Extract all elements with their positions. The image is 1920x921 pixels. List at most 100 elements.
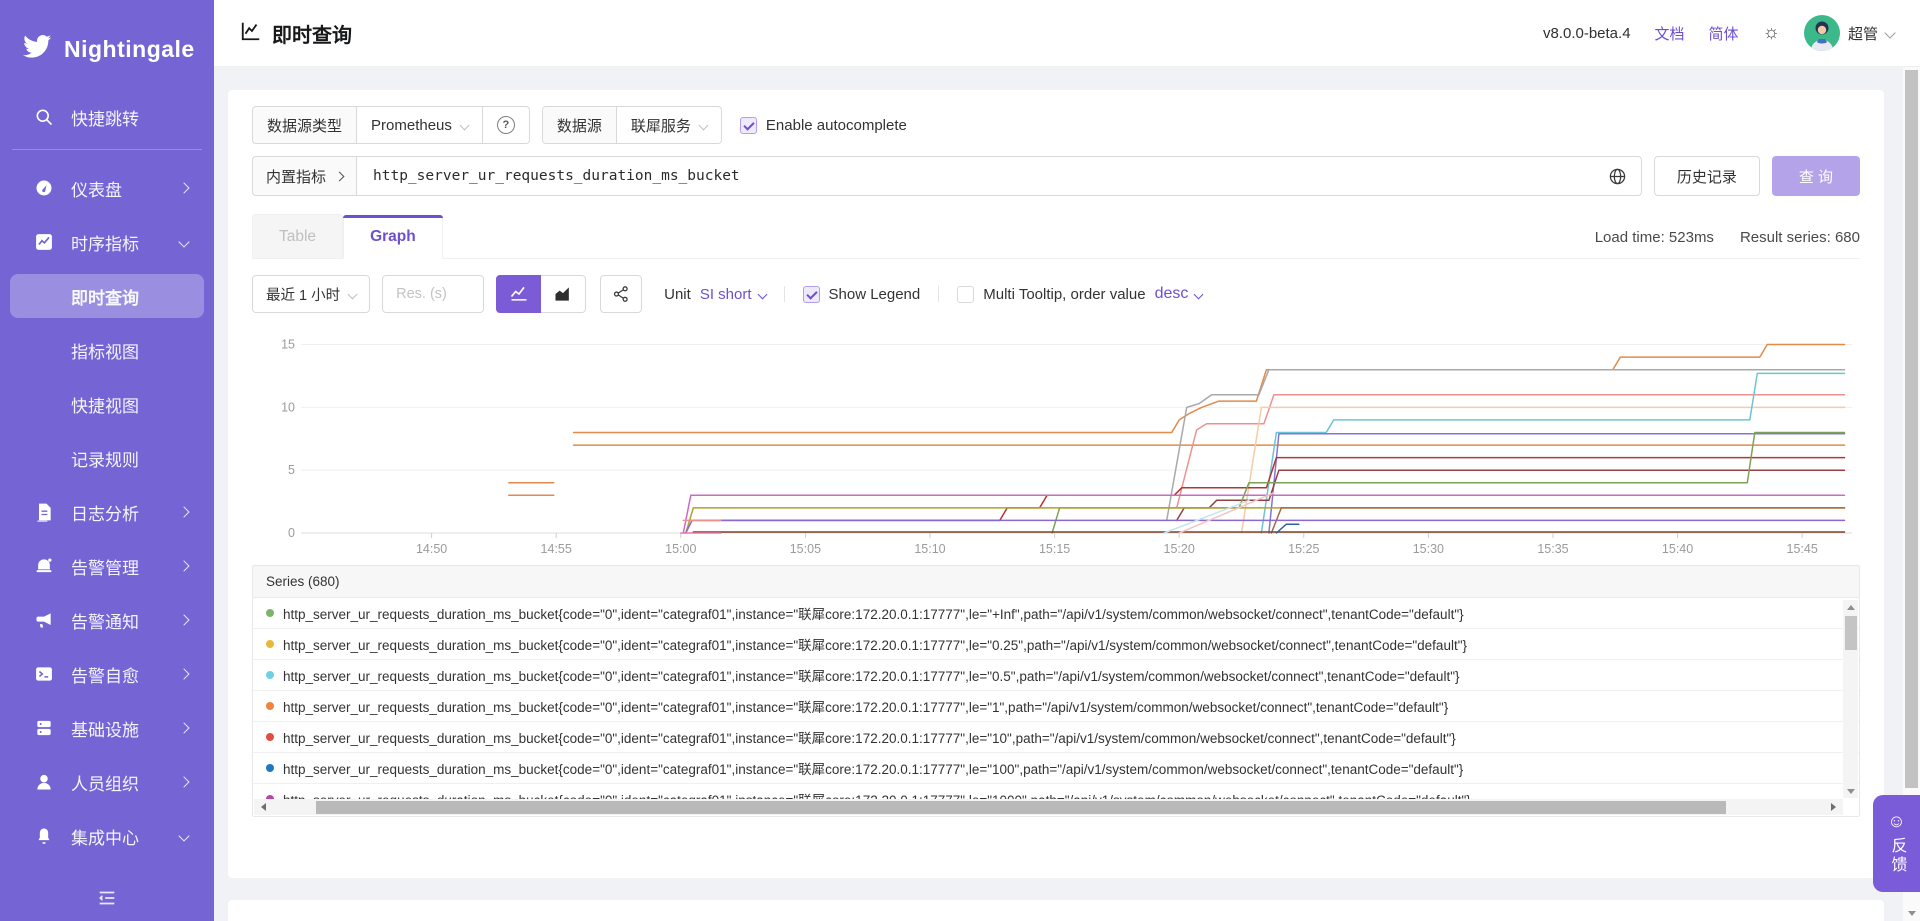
svg-text:15: 15 — [281, 338, 295, 352]
series-row[interactable]: http_server_ur_requests_duration_ms_buck… — [253, 660, 1859, 691]
feedback-label: 反馈 — [1885, 837, 1909, 875]
series-list: Series (680) http_server_ur_requests_dur… — [252, 565, 1860, 817]
order-select[interactable]: desc — [1155, 285, 1203, 303]
svg-text:15:10: 15:10 — [914, 542, 945, 556]
sidebar-item-仪表盘[interactable]: 仪表盘 — [0, 166, 214, 210]
svg-text:0: 0 — [288, 526, 295, 540]
theme-toggle-icon[interactable]: ☼ — [1763, 22, 1780, 44]
chevron-down-icon — [178, 830, 189, 841]
time-range-select[interactable]: 最近 1 小时 — [252, 275, 370, 313]
svg-text:15:25: 15:25 — [1288, 542, 1319, 556]
scroll-down-icon[interactable] — [1843, 784, 1858, 798]
builtin-metrics-button[interactable]: 内置指标 — [253, 157, 357, 195]
chevron-right-icon — [178, 668, 189, 679]
datasource-label: 数据源 — [543, 107, 617, 143]
multi-tooltip-label: Multi Tooltip, order value — [983, 286, 1145, 303]
series-vertical-scrollbar[interactable] — [1843, 600, 1858, 798]
sidebar-item-日志分析[interactable]: 日志分析 — [0, 490, 214, 534]
brand-logo[interactable]: Nightingale — [0, 0, 214, 95]
scroll-right-icon[interactable] — [1828, 799, 1843, 815]
sidebar-item-告警自愈[interactable]: 告警自愈 — [0, 652, 214, 696]
svg-text:15:20: 15:20 — [1164, 542, 1195, 556]
svg-text:14:55: 14:55 — [541, 542, 572, 556]
next-card-edge — [228, 900, 1884, 921]
chevron-right-icon — [178, 506, 189, 517]
alarm-icon — [33, 555, 55, 577]
promql-input[interactable]: http_server_ur_requests_duration_ms_buck… — [357, 168, 1594, 184]
sidebar-item-告警管理[interactable]: 告警管理 — [0, 544, 214, 588]
page-scroll-down-icon[interactable] — [1903, 911, 1920, 916]
metric-query-input[interactable]: 内置指标 http_server_ur_requests_duration_ms… — [252, 156, 1642, 196]
show-legend-checkbox[interactable] — [803, 286, 820, 303]
chevron-down-icon — [459, 120, 469, 130]
series-row[interactable]: http_server_ur_requests_duration_ms_buck… — [253, 629, 1859, 660]
chevron-down-icon — [757, 289, 767, 299]
scroll-up-icon[interactable] — [1843, 600, 1858, 614]
chevron-down-icon — [1194, 289, 1204, 299]
series-color-dot — [266, 702, 274, 710]
multi-tooltip-checkbox[interactable] — [957, 286, 974, 303]
page-scroll-thumb[interactable] — [1905, 70, 1918, 788]
sidebar-item-时序指标[interactable]: 时序指标 — [0, 220, 214, 264]
sidebar-item-集成中心[interactable]: 集成中心 — [0, 814, 214, 858]
tab-table[interactable]: Table — [252, 214, 343, 258]
vertical-scroll-thumb[interactable] — [1845, 616, 1857, 650]
sidebar-item-快捷视图[interactable]: 快捷视图 — [0, 382, 214, 426]
series-row[interactable]: http_server_ur_requests_duration_ms_buck… — [253, 691, 1859, 722]
datasource-help[interactable]: ? — [482, 107, 529, 143]
horizontal-scroll-thumb[interactable] — [316, 801, 1726, 814]
sidebar-item-label: 基础设施 — [71, 716, 139, 741]
share-icon[interactable] — [600, 275, 642, 313]
help-icon: ? — [497, 116, 515, 134]
sidebar-menu: 快捷跳转仪表盘时序指标即时查询指标视图快捷视图记录规则日志分析告警管理告警通知告… — [0, 95, 214, 858]
scroll-left-icon[interactable] — [254, 799, 269, 815]
docs-link[interactable]: 文档 — [1655, 23, 1685, 44]
sidebar-item-指标视图[interactable]: 指标视图 — [0, 328, 214, 372]
datasource-select[interactable]: 联犀服务 — [617, 107, 721, 143]
datasource-type-select[interactable]: Prometheus — [357, 107, 482, 143]
series-label: http_server_ur_requests_duration_ms_buck… — [283, 634, 1467, 654]
user-menu[interactable]: 超管 — [1804, 15, 1894, 51]
sidebar-item-label: 指标视图 — [71, 338, 139, 363]
query-button[interactable]: 查 询 — [1772, 156, 1860, 196]
globe-icon[interactable] — [1594, 167, 1641, 186]
sidebar-item-告警通知[interactable]: 告警通知 — [0, 598, 214, 642]
sidebar-item-即时查询[interactable]: 即时查询 — [10, 274, 204, 318]
menu-fold-icon[interactable] — [0, 887, 214, 909]
sidebar-item-记录规则[interactable]: 记录规则 — [0, 436, 214, 480]
unit-select[interactable]: SI short — [700, 286, 766, 303]
chevron-down-icon — [348, 289, 358, 299]
page-scrollbar[interactable] — [1903, 67, 1920, 921]
language-link[interactable]: 简体 — [1709, 23, 1739, 44]
series-row[interactable]: http_server_ur_requests_duration_ms_buck… — [253, 784, 1859, 799]
series-horizontal-scrollbar[interactable] — [254, 799, 1843, 815]
svg-text:15:45: 15:45 — [1787, 542, 1818, 556]
svg-text:14:50: 14:50 — [416, 542, 447, 556]
series-row[interactable]: http_server_ur_requests_duration_ms_buck… — [253, 753, 1859, 784]
svg-text:15:00: 15:00 — [665, 542, 696, 556]
series-row[interactable]: http_server_ur_requests_duration_ms_buck… — [253, 722, 1859, 753]
chevron-right-icon — [335, 171, 345, 181]
sidebar: Nightingale 快捷跳转仪表盘时序指标即时查询指标视图快捷视图记录规则日… — [0, 0, 214, 921]
user-icon — [33, 771, 55, 793]
avatar[interactable] — [1804, 15, 1840, 51]
svg-text:10: 10 — [281, 400, 295, 414]
sidebar-item-人员组织[interactable]: 人员组织 — [0, 760, 214, 804]
version-label: v8.0.0-beta.4 — [1543, 25, 1631, 42]
autocomplete-checkbox[interactable] — [740, 117, 757, 134]
sidebar-item-label: 集成中心 — [71, 824, 139, 849]
megaphone-icon — [33, 609, 55, 631]
feedback-button[interactable]: ☺ 反馈 — [1873, 795, 1920, 892]
history-button[interactable]: 历史记录 — [1654, 156, 1760, 196]
svg-text:15:05: 15:05 — [790, 542, 821, 556]
area-chart-type-button[interactable] — [541, 275, 586, 313]
series-row[interactable]: http_server_ur_requests_duration_ms_buck… — [253, 598, 1859, 629]
sidebar-item-快捷跳转[interactable]: 快捷跳转 — [0, 95, 214, 139]
chart-canvas: 05101514:5014:5515:0015:0515:1015:1515:2… — [252, 323, 1860, 561]
resolution-input[interactable]: Res. (s) — [382, 275, 484, 313]
line-chart-type-button[interactable] — [496, 275, 541, 313]
tab-graph[interactable]: Graph — [343, 215, 443, 259]
series-label: http_server_ur_requests_duration_ms_buck… — [283, 665, 1460, 685]
sidebar-item-基础设施[interactable]: 基础设施 — [0, 706, 214, 750]
timeseries-chart[interactable]: 05101514:5014:5515:0015:0515:1015:1515:2… — [252, 323, 1860, 561]
